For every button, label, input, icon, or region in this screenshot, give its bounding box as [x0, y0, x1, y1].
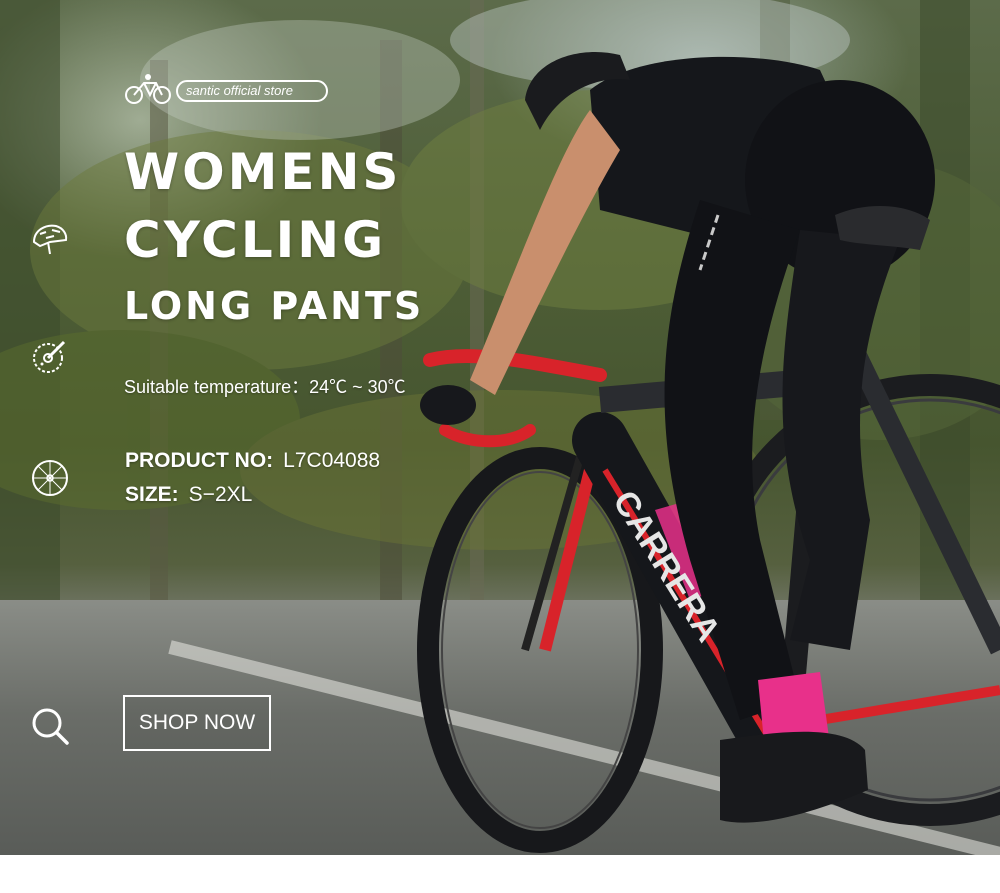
product-number: PRODUCT NO: L7C04088 [125, 448, 380, 474]
crankset-icon [33, 340, 66, 373]
shop-now-button[interactable]: SHOP NOW [123, 695, 271, 751]
search-icon[interactable] [30, 706, 70, 746]
headline-line-2: CYCLING [124, 211, 387, 269]
headline-line-3: LONG PANTS [124, 284, 425, 328]
size-value: S−2XL [188, 483, 253, 506]
product-number-value: L7C04088 [283, 449, 381, 472]
helmet-icon [32, 224, 68, 255]
bike-icon [125, 74, 171, 104]
size-range: SIZE: S−2XL [125, 482, 252, 508]
store-name: santic official store [186, 83, 293, 98]
headline-line-1: WOMENS [124, 143, 402, 201]
wheel-icon [32, 460, 68, 496]
temperature-text: Suitable temperature：24℃ ~ 30℃ [124, 377, 406, 397]
size-label: SIZE: [125, 483, 179, 506]
store-logo[interactable]: santic official store [124, 72, 334, 106]
product-number-label: PRODUCT NO: [125, 449, 274, 472]
hero-banner: CARRERA santic official store WOMENS CYC… [0, 0, 1000, 855]
